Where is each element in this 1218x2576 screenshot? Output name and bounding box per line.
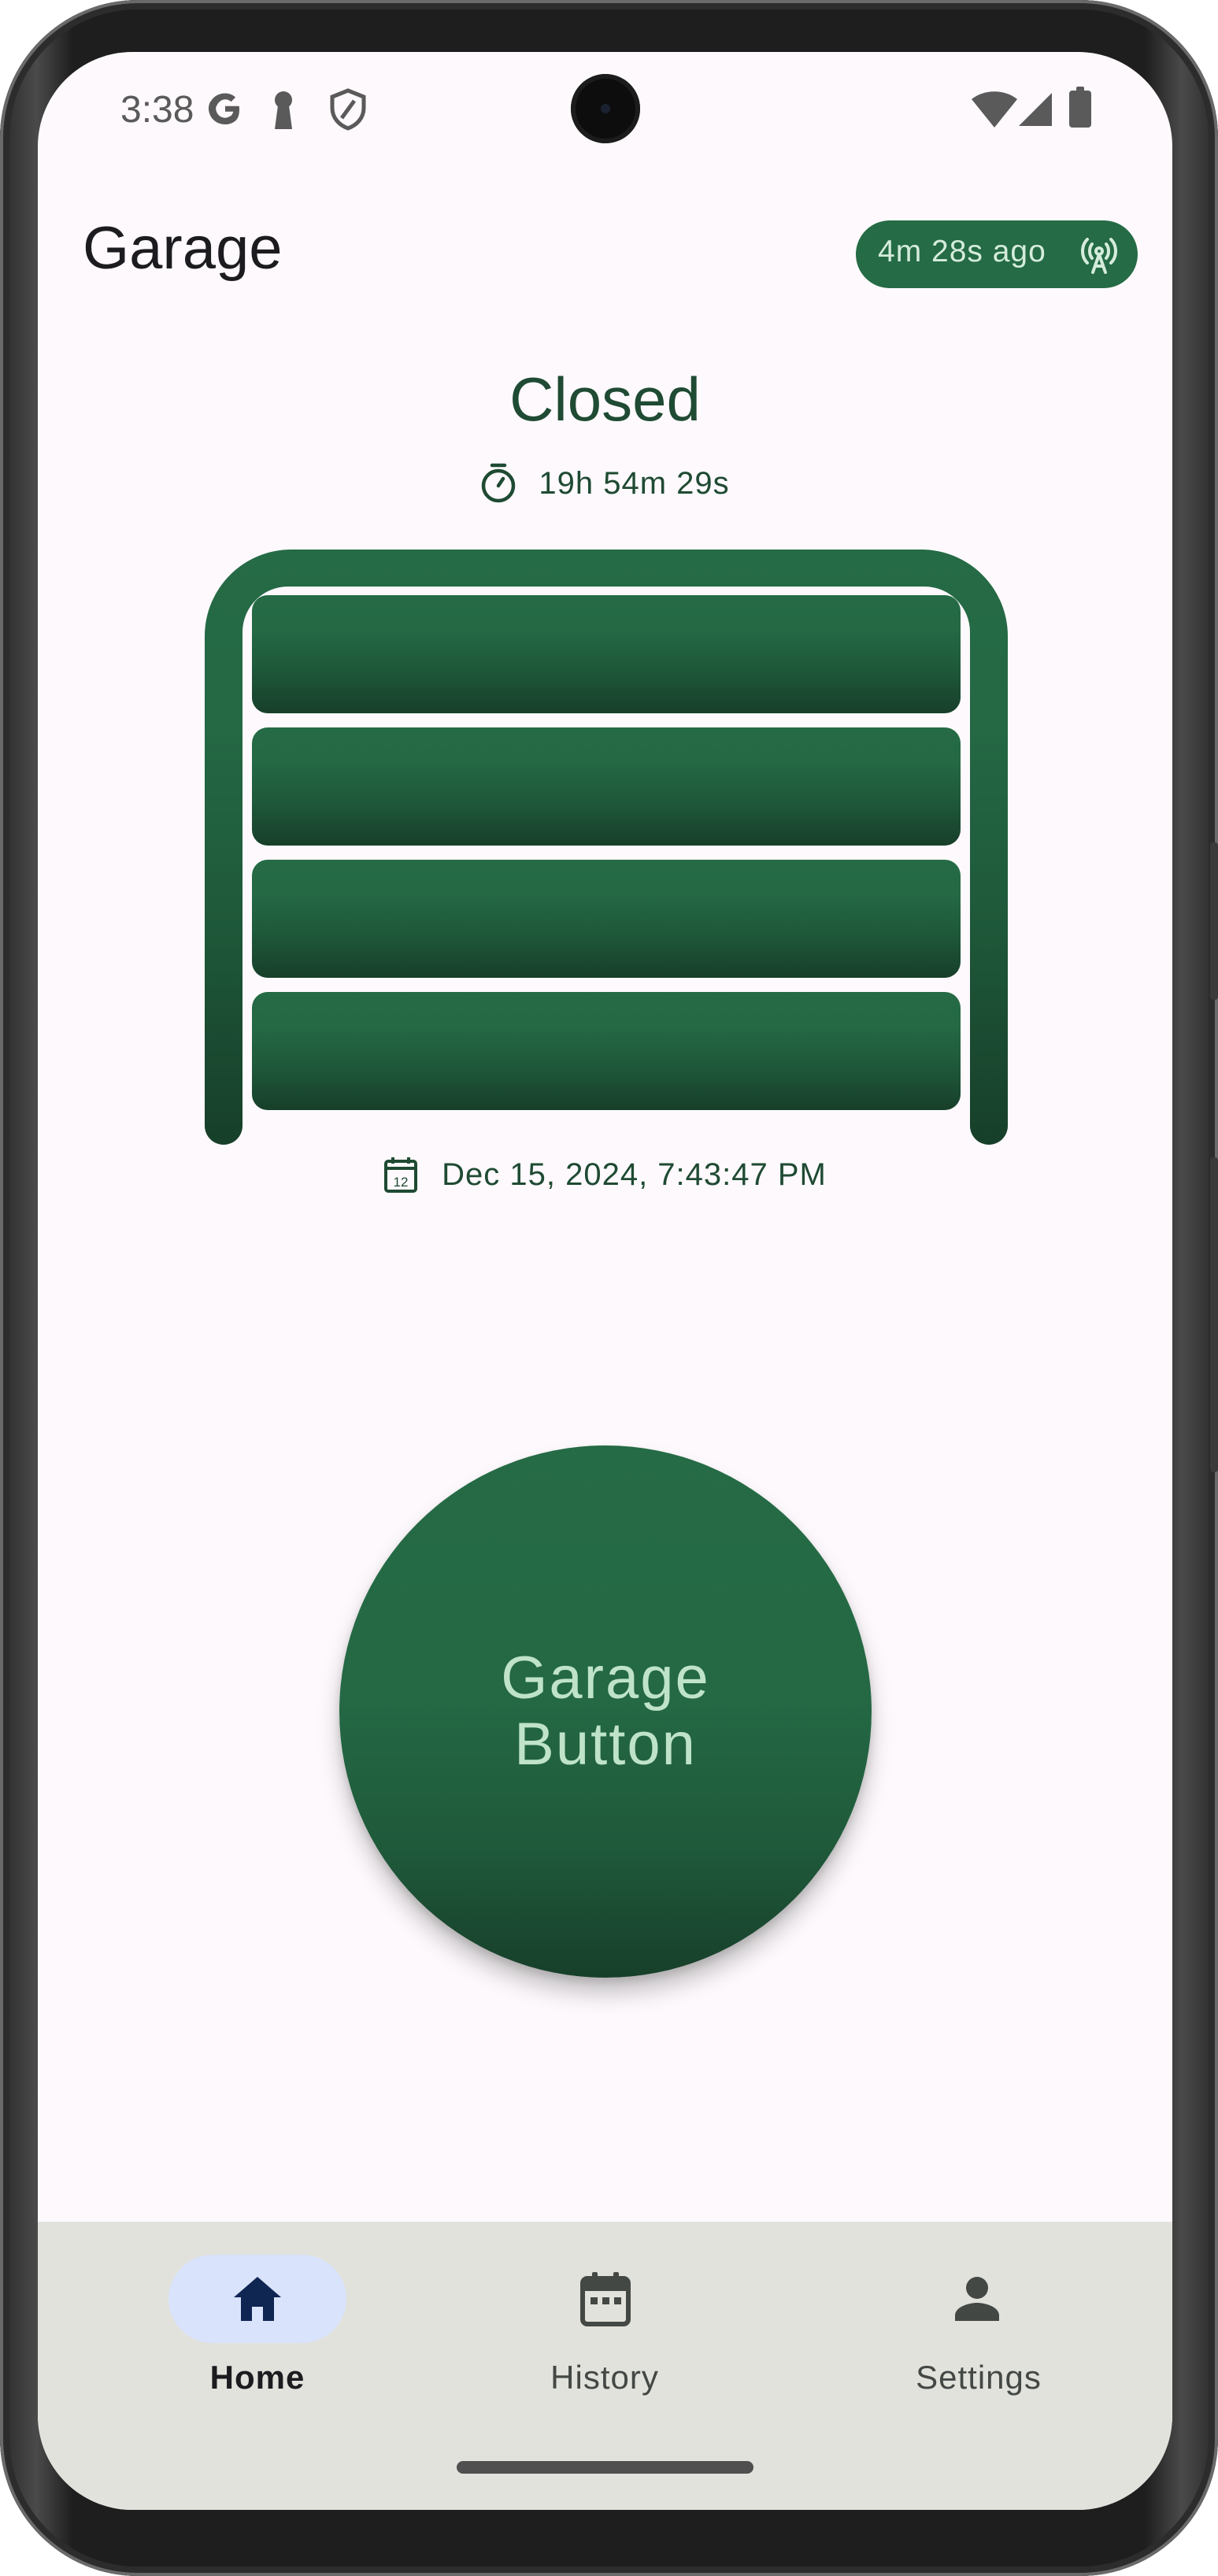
nav-label-history: History: [550, 2359, 659, 2396]
battery-icon: [1069, 87, 1091, 128]
nav-label-settings: Settings: [916, 2359, 1042, 2396]
nav-item-home[interactable]: Home: [116, 2222, 399, 2426]
door-panel-2: [252, 727, 961, 846]
door-state-duration: 19h 54m 29s: [539, 465, 730, 501]
calendar-icon: 12: [384, 1157, 418, 1193]
calendar-icon: [580, 2272, 631, 2326]
timer-icon: [482, 463, 516, 503]
gesture-handle[interactable]: [457, 2461, 753, 2474]
google-icon: [208, 93, 239, 124]
front-camera: [571, 74, 640, 143]
garage-button-label: Garage Button: [501, 1645, 710, 1778]
door-panel-4: [252, 992, 961, 1110]
shield-icon: [330, 88, 366, 131]
home-icon: [234, 2277, 281, 2321]
nav-item-history[interactable]: History: [463, 2222, 746, 2426]
antenna-icon: [1081, 238, 1117, 274]
page-title: Garage: [83, 215, 283, 282]
power-button: [1210, 842, 1218, 1000]
nav-label-home: Home: [209, 2359, 305, 2396]
garage-door-graphic: [205, 550, 1008, 1145]
garage-button[interactable]: Garage Button: [339, 1445, 872, 1978]
door-state-timestamp: Dec 15, 2024, 7:43:47 PM: [442, 1157, 827, 1192]
status-time: 3:38: [120, 89, 194, 131]
calendar-day: 12: [394, 1175, 409, 1190]
wifi-icon: [972, 91, 1017, 128]
nav-item-settings[interactable]: Settings: [837, 2222, 1120, 2426]
screen: 3:38 Garage 4m 28s ago Closed 19h 54m 29…: [38, 52, 1172, 2510]
volume-button: [1210, 1157, 1218, 1472]
last-seen-label: 4m 28s ago: [878, 235, 1046, 268]
door-panel-3: [252, 860, 961, 978]
door-panel-1: [252, 595, 961, 713]
door-state: Closed: [509, 365, 701, 434]
timestamp-row: 12 Dec 15, 2024, 7:43:47 PM: [38, 1156, 1172, 1194]
person-icon: [955, 2277, 999, 2321]
phone-frame: 3:38 Garage 4m 28s ago Closed 19h 54m 29…: [0, 0, 1218, 2576]
last-seen-chip[interactable]: 4m 28s ago: [856, 220, 1138, 288]
duration-row: 19h 54m 29s: [38, 463, 1172, 504]
keyhole-icon: [275, 91, 292, 129]
signal-icon: [1019, 93, 1052, 126]
